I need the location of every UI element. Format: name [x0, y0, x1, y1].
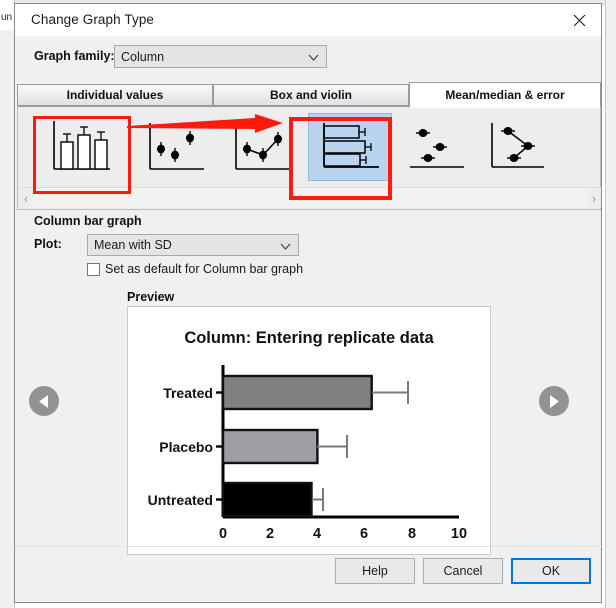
chart-ylabel-untreated: Untreated — [148, 492, 213, 508]
ok-button[interactable]: OK — [511, 558, 591, 584]
thumbnail-horizontal-connected-points[interactable] — [480, 113, 564, 181]
preview-chart: Column: Entering replicate data Treated … — [127, 306, 491, 555]
chart-xtick-1: 2 — [266, 526, 274, 542]
bar-untreated — [221, 481, 313, 518]
graph-family-label: Graph family: — [34, 49, 115, 63]
bar-placebo — [221, 428, 319, 465]
chart-xtick-5: 10 — [451, 526, 467, 542]
graph-family-select[interactable]: Column — [114, 45, 327, 68]
set-as-default-row[interactable]: Set as default for Column bar graph — [87, 262, 303, 276]
tab-mean-median-error[interactable]: Mean/median & error — [409, 82, 601, 108]
dialog-title: Change Graph Type — [31, 12, 155, 27]
set-as-default-label: Set as default for Column bar graph — [105, 262, 304, 276]
plot-type-value: Mean with SD — [94, 238, 172, 252]
help-button[interactable]: Help — [335, 558, 415, 584]
thumbnail-horizontal-scatter-mean-error[interactable] — [400, 113, 484, 181]
tab-box-and-violin[interactable]: Box and violin — [213, 84, 409, 106]
chart-ylabel-treated: Treated — [163, 385, 213, 401]
graph-family-row: Graph family: Column — [15, 36, 601, 80]
change-graph-type-dialog: Change Graph Type Graph family: Column I… — [14, 3, 603, 603]
chevron-down-icon — [280, 243, 291, 250]
set-as-default-checkbox[interactable] — [87, 262, 100, 276]
thumbnail-scatter-connecting-line[interactable] — [226, 113, 310, 181]
thumbnail-row — [18, 107, 602, 187]
graph-family-value: Column — [121, 50, 165, 64]
chart-xtick-0: 0 — [219, 526, 227, 542]
arrow-right-circle-icon[interactable] — [539, 386, 569, 416]
thumbnail-scatter-mean-error[interactable] — [140, 113, 224, 181]
gallery-scrollbar-track[interactable] — [33, 188, 587, 208]
plot-section-title: Column bar graph — [34, 214, 142, 228]
cancel-button[interactable]: Cancel — [423, 558, 503, 584]
thumbnail-horizontal-bar-graph[interactable] — [308, 113, 392, 181]
dialog-titlebar: Change Graph Type — [15, 4, 601, 36]
thumbnail-column-bar-graph[interactable] — [36, 113, 120, 181]
dialog-footer: Help Cancel OK — [15, 546, 603, 602]
background-app-left-panel: un — [0, 0, 15, 608]
chevron-down-icon — [308, 54, 319, 61]
chevron-right-icon[interactable]: › — [587, 188, 601, 208]
background-app-left-text: un — [1, 12, 13, 23]
footer-divider — [15, 546, 603, 547]
chart-xtick-3: 6 — [360, 526, 368, 542]
bar-treated — [221, 374, 373, 411]
plot-type-select[interactable]: Mean with SD — [87, 234, 299, 256]
chart-xtick-4: 8 — [408, 526, 416, 542]
chart-ylabel-placebo: Placebo — [159, 439, 213, 455]
graph-type-tabs: Individual values Box and violin Mean/me… — [15, 82, 603, 108]
preview-label: Preview — [127, 290, 175, 304]
gallery-scrollbar[interactable]: ‹ › — [19, 187, 601, 208]
chevron-left-icon[interactable]: ‹ — [19, 188, 33, 208]
tab-individual-values[interactable]: Individual values — [17, 84, 213, 106]
arrow-left-circle-icon[interactable] — [29, 386, 59, 416]
close-icon[interactable] — [557, 4, 601, 36]
background-app-right-panel — [605, 0, 616, 608]
preview-chart-svg: Column: Entering replicate data Treated … — [148, 329, 467, 542]
chart-xtick-2: 4 — [313, 526, 321, 542]
graph-thumbnail-gallery: ‹ › — [17, 106, 601, 210]
plot-label: Plot: — [34, 237, 62, 251]
chart-title: Column: Entering replicate data — [184, 329, 434, 347]
